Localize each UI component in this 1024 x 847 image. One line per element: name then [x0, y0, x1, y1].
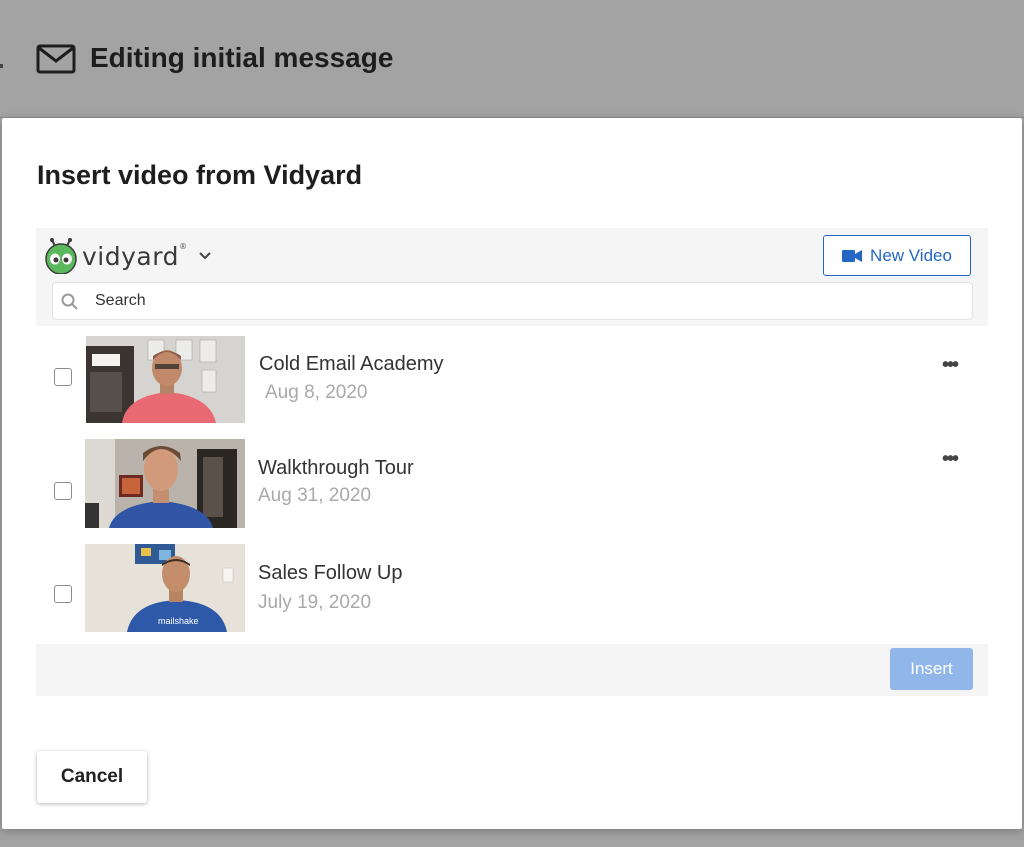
chevron-down-icon	[199, 252, 212, 260]
vidyard-panel: vidyard® New Video Search Cold Email Aca…	[36, 228, 988, 698]
video-thumbnail-image	[85, 439, 245, 528]
video-list-item[interactable]: mailshake Sales Follow Up July 19, 2020	[36, 544, 988, 634]
video-date: July 19, 2020	[258, 592, 372, 613]
more-options-icon[interactable]: •••	[942, 449, 959, 469]
video-thumbnail-image: mailshake	[85, 544, 245, 632]
search-box	[52, 282, 973, 320]
insert-video-modal: Insert video from Vidyard vidyard® New V…	[2, 118, 1022, 829]
svg-text:mailshake: mailshake	[158, 616, 199, 626]
mail-icon	[36, 44, 76, 74]
background-header: Editing initial message	[0, 0, 1024, 118]
video-date: Aug 8, 2020	[265, 382, 368, 403]
video-list-item[interactable]: Walkthrough Tour Aug 31, 2020 •••	[36, 439, 988, 529]
search-icon	[61, 293, 78, 310]
video-thumbnail[interactable]	[85, 439, 245, 528]
background-page-title: Editing initial message	[90, 42, 394, 73]
vidyard-account-switcher[interactable]: vidyard®	[44, 238, 213, 274]
video-thumbnail[interactable]: mailshake	[85, 544, 245, 632]
video-checkbox[interactable]	[54, 482, 72, 500]
vidyard-wordmark: vidyard®	[82, 241, 188, 271]
video-camera-icon	[842, 249, 863, 262]
new-video-button[interactable]: New Video	[823, 235, 971, 276]
search-input[interactable]	[95, 283, 955, 319]
video-list-item[interactable]: Cold Email Academy Aug 8, 2020 •••	[36, 335, 988, 425]
video-checkbox[interactable]	[54, 585, 72, 603]
modal-title: Insert video from Vidyard	[37, 160, 363, 190]
video-thumbnail[interactable]	[86, 336, 245, 423]
video-date: Aug 31, 2020	[258, 485, 372, 506]
video-thumbnail-image	[86, 336, 245, 423]
new-video-label: New Video	[870, 245, 952, 265]
vidyard-footer: Insert	[36, 644, 988, 696]
video-checkbox[interactable]	[54, 368, 72, 386]
vidyard-toolbar: vidyard® New Video	[36, 228, 988, 326]
more-options-icon[interactable]: •••	[942, 355, 959, 375]
video-title[interactable]: Walkthrough Tour	[258, 457, 414, 480]
insert-button[interactable]: Insert	[890, 648, 973, 690]
vidyard-logo-icon	[45, 238, 77, 274]
cancel-button[interactable]: Cancel	[37, 751, 147, 803]
video-title[interactable]: Sales Follow Up	[258, 562, 403, 585]
left-edge-mark	[0, 64, 3, 68]
video-title[interactable]: Cold Email Academy	[259, 353, 444, 376]
